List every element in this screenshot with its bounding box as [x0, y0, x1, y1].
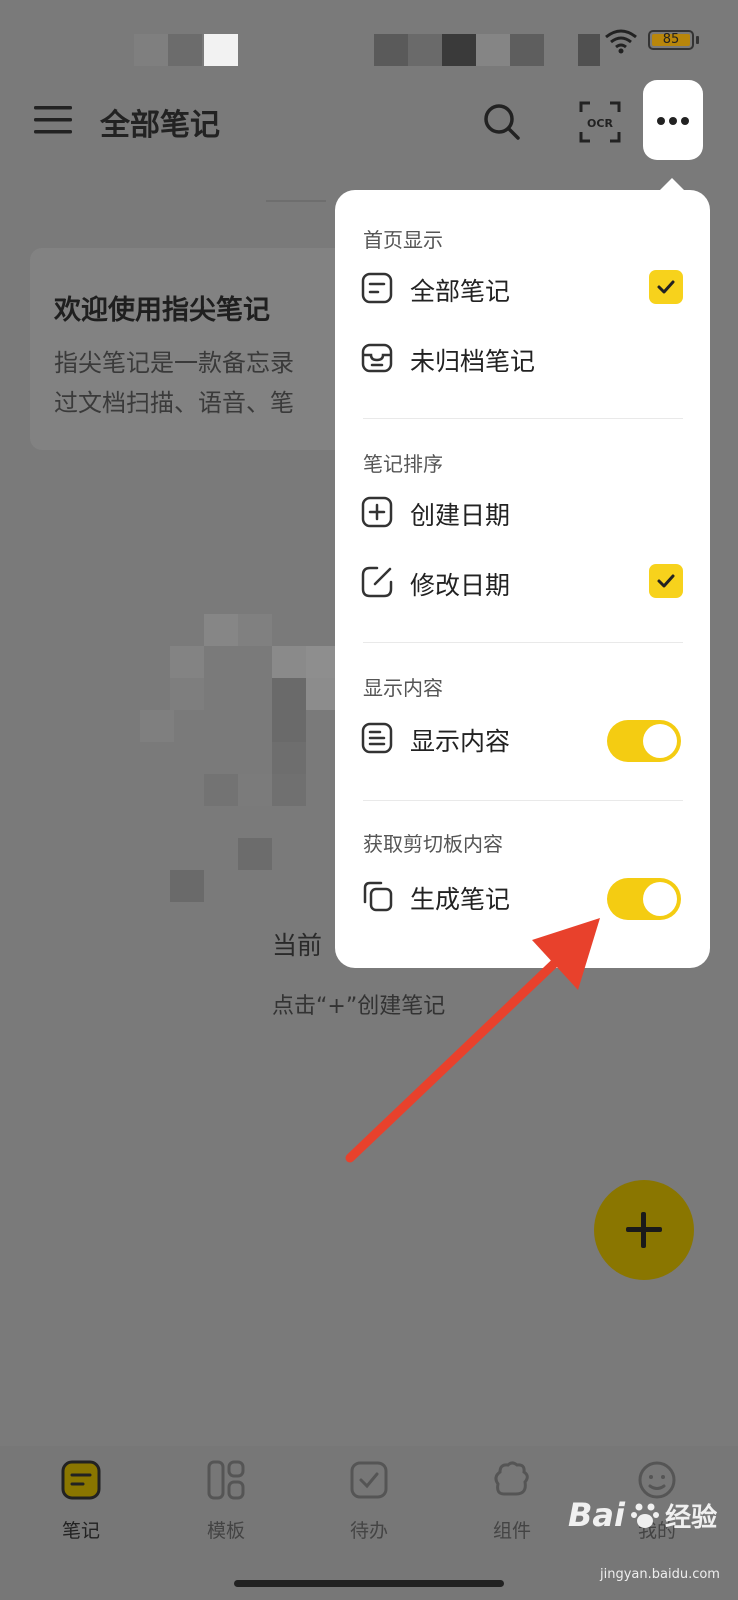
nav-label: 笔记: [61, 1520, 100, 1542]
nav-label: 模板: [206, 1520, 245, 1542]
empty-state-hint: 点击“+”创建笔记: [272, 994, 446, 1019]
section-header-home-display: 首页显示: [363, 228, 443, 252]
battery-level: 85: [662, 32, 680, 47]
note-icon: [61, 1460, 101, 1500]
section-header-sort: 笔记排序: [363, 452, 443, 476]
generate-note-toggle[interactable]: [607, 878, 681, 920]
status-pixel: [442, 34, 476, 66]
nav-tab-widgets[interactable]: 组件: [457, 1460, 567, 1560]
watermark-domain: jingyan.baidu.com: [600, 1567, 720, 1582]
toggle-knob: [643, 882, 677, 916]
inbox-icon: [361, 343, 393, 373]
wifi-icon: [605, 29, 637, 54]
section-header-display-content: 显示内容: [363, 676, 443, 700]
watermark-brand: Bai: [568, 1496, 625, 1534]
section-divider: [363, 800, 683, 801]
welcome-body-line: 指尖笔记是一款备忘录: [54, 349, 294, 377]
menu-item-modified-date[interactable]: 修改日期: [335, 548, 710, 618]
status-pixel: [204, 34, 238, 66]
ocr-scan-icon[interactable]: OCR: [578, 100, 622, 144]
menu-item-label: 修改日期: [410, 571, 511, 600]
menu-item-unarchived-notes[interactable]: 未归档笔记: [335, 324, 710, 394]
menu-caret: [660, 178, 684, 190]
empty-state-title: 当前: [272, 931, 323, 960]
show-content-toggle[interactable]: [607, 720, 681, 762]
menu-item-all-notes[interactable]: 全部笔记: [335, 254, 710, 324]
copy-icon: [363, 881, 393, 912]
nav-tab-todo[interactable]: 待办: [314, 1460, 424, 1560]
nav-tab-templates[interactable]: 模板: [171, 1460, 281, 1560]
divider: [266, 200, 326, 202]
check-icon: [657, 574, 675, 588]
welcome-body-line: 过文档扫描、语音、笔: [54, 389, 294, 417]
page-title: 全部笔记: [100, 108, 220, 143]
template-icon: [207, 1460, 245, 1500]
menu-item-label: 创建日期: [410, 501, 511, 530]
nav-label: 组件: [492, 1520, 531, 1542]
nav-label: 待办: [349, 1520, 388, 1542]
battery-indicator: 85: [648, 30, 694, 50]
menu-item-label: 未归档笔记: [410, 347, 536, 376]
options-menu: 首页显示 全部笔记 未归档笔记 笔记排序 创建日期 修改日期 显示内容 显示内容…: [335, 190, 710, 968]
widget-icon: [494, 1461, 529, 1496]
checkbox-checked[interactable]: [649, 564, 683, 598]
menu-item-generate-note[interactable]: 生成笔记: [335, 862, 710, 932]
status-pixel: [408, 34, 442, 66]
ocr-label: OCR: [587, 117, 613, 130]
search-icon[interactable]: [482, 102, 522, 142]
profile-icon: [638, 1461, 676, 1499]
status-pixel: [134, 34, 168, 66]
check-icon: [657, 280, 675, 294]
document-icon: [361, 722, 393, 754]
paw-icon: [631, 1503, 660, 1528]
welcome-title: 欢迎使用指尖笔记: [54, 295, 270, 326]
status-pixel: [374, 34, 408, 66]
menu-icon[interactable]: [34, 104, 72, 136]
home-indicator: [234, 1580, 504, 1587]
welcome-body: 指尖笔记是一款备忘录 过文档扫描、语音、笔: [54, 343, 334, 423]
status-pixel: [476, 34, 510, 66]
more-dots-icon: [657, 117, 689, 125]
plus-square-icon: [361, 496, 393, 528]
menu-item-created-date[interactable]: 创建日期: [335, 478, 710, 548]
nav-tab-notes[interactable]: 笔记: [26, 1460, 136, 1560]
more-button[interactable]: [643, 80, 703, 160]
edit-icon: [361, 566, 393, 598]
todo-icon: [350, 1461, 388, 1499]
status-pixel: [510, 34, 544, 66]
section-divider: [363, 642, 683, 643]
checkbox-checked[interactable]: [649, 270, 683, 304]
menu-item-label: 生成笔记: [410, 885, 511, 914]
section-divider: [363, 418, 683, 419]
toggle-knob: [643, 724, 677, 758]
status-pixel: [578, 34, 600, 66]
watermark-brand2: 经验: [665, 1503, 718, 1533]
menu-item-show-content[interactable]: 显示内容: [335, 704, 710, 774]
status-pixel: [168, 34, 202, 66]
menu-item-label: 显示内容: [410, 727, 511, 756]
note-icon: [361, 272, 393, 304]
baidu-watermark: Bai 经验: [568, 1496, 717, 1534]
add-note-button[interactable]: [594, 1180, 694, 1280]
section-header-clipboard: 获取剪切板内容: [363, 832, 503, 856]
menu-item-label: 全部笔记: [410, 277, 511, 306]
